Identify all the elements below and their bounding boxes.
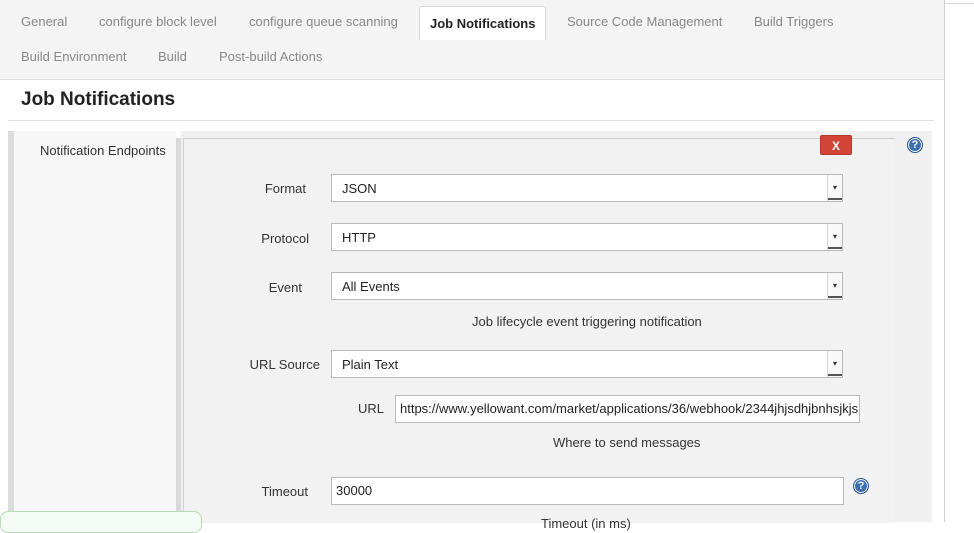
notification-endpoints-label: Notification Endpoints (40, 143, 166, 158)
tab-post-build-actions[interactable]: Post-build Actions (209, 40, 332, 74)
event-select[interactable]: All Events ▾ (331, 272, 843, 300)
notification-toast (0, 511, 202, 533)
event-hint: Job lifecycle event triggering notificat… (472, 314, 702, 329)
timeout-label: Timeout (261, 484, 308, 499)
protocol-value: HTTP (342, 230, 376, 245)
tab-job-notifications[interactable]: Job Notifications (419, 6, 547, 40)
tab-build[interactable]: Build (148, 40, 197, 74)
endpoints-indent-bar (176, 138, 181, 522)
format-label: Format (264, 181, 306, 196)
tab-general[interactable]: General (11, 5, 77, 39)
format-value: JSON (342, 181, 377, 196)
section-divider (8, 120, 934, 121)
tab-source-code-management[interactable]: Source Code Management (557, 5, 732, 39)
protocol-select[interactable]: HTTP ▾ (331, 223, 843, 251)
chevron-down-icon: ▾ (827, 224, 842, 250)
timeout-input[interactable]: 30000 (331, 477, 844, 505)
delete-endpoint-button[interactable]: X (820, 135, 852, 155)
tab-configure-block-level[interactable]: configure block level (89, 5, 227, 39)
chevron-down-icon: ▾ (827, 175, 842, 201)
config-tabs: General configure block level configure … (0, 0, 944, 80)
section-title: Job Notifications (21, 89, 176, 110)
field-label-column (14, 131, 176, 522)
url-label: URL (357, 401, 384, 416)
timeout-help-icon[interactable]: ? (853, 478, 869, 494)
url-source-select[interactable]: Plain Text ▾ (331, 350, 843, 378)
url-source-label: URL Source (249, 357, 320, 372)
format-select[interactable]: JSON ▾ (331, 174, 843, 202)
timeout-hint: Timeout (in ms) (541, 516, 631, 531)
tab-configure-queue-scanning[interactable]: configure queue scanning (239, 5, 408, 39)
protocol-label: Protocol (261, 231, 309, 246)
endpoints-help-icon[interactable]: ? (907, 137, 923, 153)
url-hint: Where to send messages (553, 435, 701, 450)
chevron-down-icon: ▾ (827, 273, 842, 299)
chevron-down-icon: ▾ (827, 351, 842, 377)
event-label: Event (268, 280, 302, 295)
tab-build-triggers[interactable]: Build Triggers (744, 5, 843, 39)
url-source-value: Plain Text (342, 357, 399, 372)
event-value: All Events (342, 279, 400, 294)
tab-build-environment[interactable]: Build Environment (11, 40, 137, 74)
url-input[interactable]: https://www.yellowant.com/market/applica… (395, 395, 860, 423)
top-divider (946, 3, 974, 4)
